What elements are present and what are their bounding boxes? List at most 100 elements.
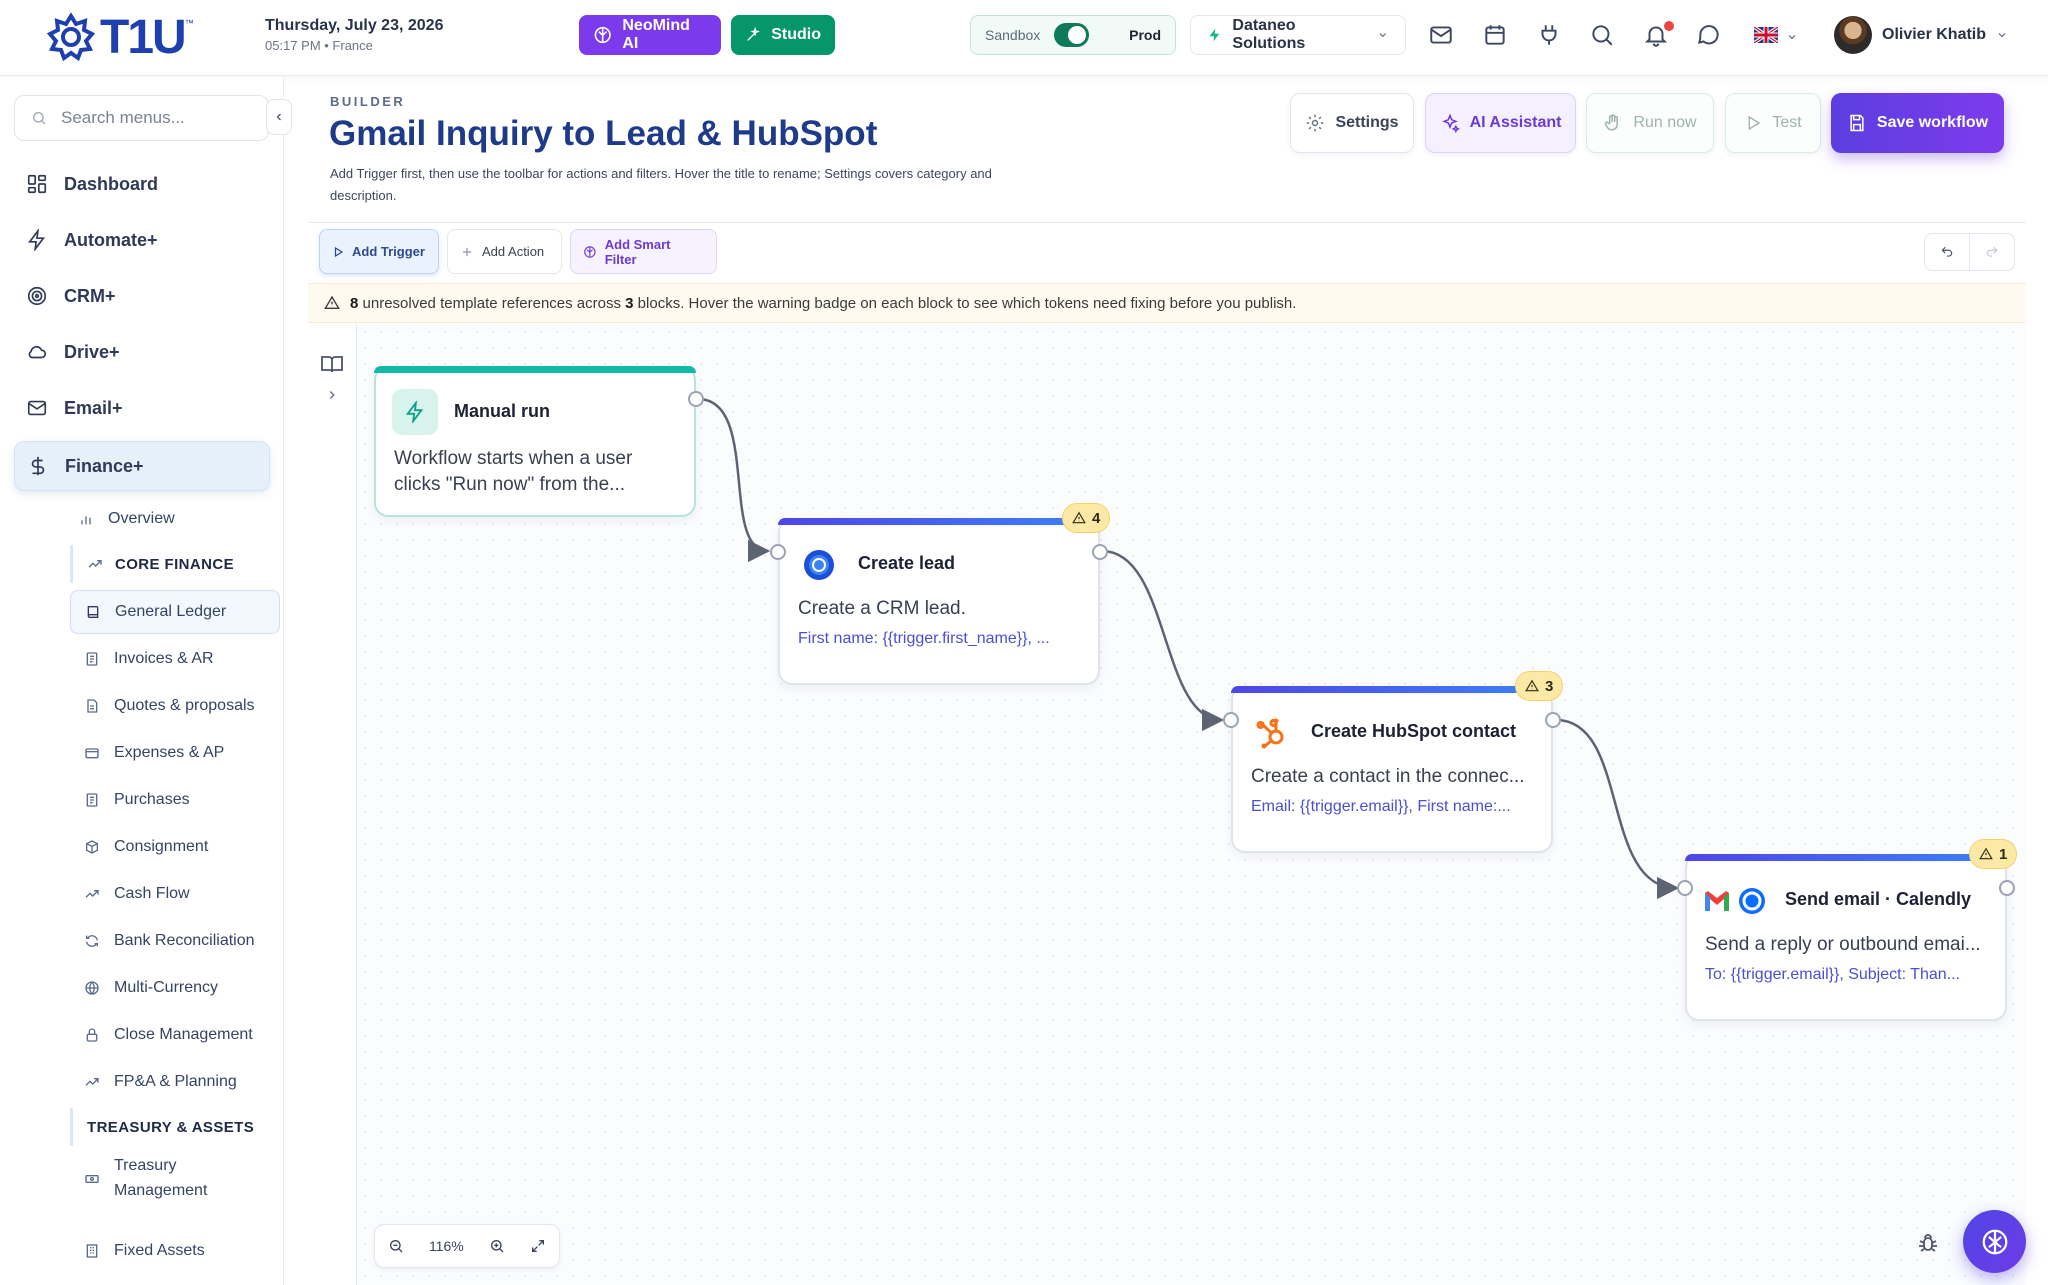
- dashboard-icon: [27, 174, 47, 194]
- zoom-out-icon[interactable]: [388, 1238, 404, 1254]
- sidebar-collapse-button[interactable]: [266, 99, 292, 135]
- chevron-left-icon: [276, 113, 281, 121]
- user-menu[interactable]: Olivier Khatib: [1834, 16, 2008, 54]
- sidebar-item-finance[interactable]: Finance+: [14, 441, 270, 491]
- environment-switch[interactable]: Sandbox Prod: [970, 15, 1176, 55]
- finance-close-management[interactable]: Close Management: [84, 1015, 253, 1055]
- brain-icon: [1982, 1229, 2007, 1254]
- finance-treasury-management[interactable]: Treasury Management: [84, 1153, 207, 1205]
- finance-invoices[interactable]: Invoices & AR: [84, 639, 214, 679]
- finance-purchases[interactable]: Purchases: [84, 780, 190, 820]
- node-manual-run[interactable]: Manual run Workflow starts when a user c…: [374, 366, 704, 517]
- input-port[interactable]: [1677, 880, 1693, 896]
- package-icon: [86, 840, 98, 854]
- finance-overview-label: Overview: [108, 510, 175, 527]
- warning-badge[interactable]: 1: [1969, 839, 2018, 869]
- menu-search[interactable]: Search menus...: [14, 95, 269, 141]
- run-now-button[interactable]: Run now: [1586, 93, 1714, 153]
- warning-badge[interactable]: 4: [1062, 503, 1111, 533]
- trend-up-icon: [85, 1078, 99, 1086]
- chevron-right-icon[interactable]: [325, 388, 339, 402]
- add-trigger-button[interactable]: Add Trigger: [319, 229, 439, 274]
- node-create-hubspot-contact[interactable]: Create HubSpot contact Create a contact …: [1223, 671, 1564, 853]
- uk-flag-icon[interactable]: [1754, 27, 1778, 43]
- finance-fixed-assets[interactable]: Fixed Assets: [84, 1231, 205, 1271]
- settings-button[interactable]: Settings: [1290, 93, 1414, 153]
- banknote-icon: [85, 1175, 99, 1183]
- debug-button[interactable]: [1910, 1225, 1946, 1261]
- credit-card-icon: [85, 748, 99, 759]
- test-button[interactable]: Test: [1725, 93, 1821, 153]
- finance-fpa-planning-label: FP&A & Planning: [114, 1073, 237, 1090]
- section-treasury-assets[interactable]: TREASURY & ASSETS: [70, 1108, 254, 1146]
- warning-count: 1: [1999, 845, 2008, 863]
- sidebar-item-automate[interactable]: Automate+: [14, 215, 270, 265]
- output-port[interactable]: [1999, 880, 2015, 896]
- warning-count: 4: [1092, 509, 1101, 527]
- node-send-email[interactable]: Send email · Calendly Send a reply or ou…: [1677, 839, 2018, 1021]
- env-toggle[interactable]: [1054, 23, 1090, 47]
- sidebar-item-crm[interactable]: CRM+: [14, 271, 270, 321]
- neomind-ai-button[interactable]: NeoMind AI: [579, 15, 721, 55]
- warning-badge[interactable]: 3: [1515, 671, 1564, 701]
- sidebar-item-email[interactable]: Email+: [14, 383, 270, 433]
- node-create-lead[interactable]: Create lead Create a CRM lead. First nam…: [770, 503, 1111, 685]
- finance-overview[interactable]: Overview: [78, 499, 175, 539]
- finance-general-ledger[interactable]: General Ledger: [70, 590, 280, 634]
- company-selector[interactable]: Dataneo Solutions: [1190, 15, 1406, 55]
- undo-button[interactable]: [1925, 234, 1969, 270]
- language-chevron-icon[interactable]: [1786, 31, 1798, 43]
- finance-multi-currency[interactable]: Multi-Currency: [84, 968, 218, 1008]
- input-port[interactable]: [770, 544, 786, 560]
- sidebar-item-drive[interactable]: Drive+: [14, 327, 270, 377]
- search-icon[interactable]: [1589, 22, 1615, 48]
- page-title[interactable]: Gmail Inquiry to Lead & HubSpot: [329, 114, 877, 154]
- studio-button[interactable]: Studio: [731, 15, 835, 55]
- zoom-in-icon[interactable]: [489, 1238, 505, 1254]
- save-workflow-button[interactable]: Save workflow: [1831, 93, 2004, 153]
- gear-icon: [1307, 114, 1324, 132]
- bolt-icon: [1209, 28, 1220, 42]
- output-port[interactable]: [1545, 712, 1561, 728]
- add-smart-filter-button[interactable]: Add Smart Filter: [570, 229, 717, 274]
- canvas-side-panel: [308, 324, 357, 1285]
- mail-icon[interactable]: [1428, 22, 1454, 48]
- studio-label: Studio: [771, 26, 821, 43]
- redo-button[interactable]: [1969, 234, 2014, 270]
- add-trigger-label: Add Trigger: [352, 244, 425, 259]
- sidebar-item-dashboard[interactable]: Dashboard: [14, 159, 270, 209]
- finance-fpa-planning[interactable]: FP&A & Planning: [84, 1062, 237, 1102]
- chat-bubble-icon[interactable]: [1696, 22, 1722, 48]
- neomind-assistant-fab[interactable]: [1963, 1210, 2026, 1273]
- unresolved-references-warning: 8 unresolved template references across …: [308, 283, 2026, 323]
- section-core-finance[interactable]: CORE FINANCE: [70, 545, 234, 583]
- finance-cash-flow[interactable]: Cash Flow: [84, 874, 190, 914]
- finance-bank-reconciliation[interactable]: Bank Reconciliation: [84, 921, 255, 961]
- ai-assistant-button[interactable]: AI Assistant: [1425, 93, 1576, 153]
- finance-quotes[interactable]: Quotes & proposals: [84, 686, 255, 726]
- sparkle-icon: [1441, 113, 1460, 133]
- finance-treasury-management-label: Treasury Management: [114, 1153, 207, 1203]
- zoom-controls: 116%: [374, 1224, 560, 1268]
- brain-icon: [594, 26, 611, 44]
- plug-icon[interactable]: [1536, 22, 1562, 48]
- finance-expenses[interactable]: Expenses & AP: [84, 733, 224, 773]
- input-port[interactable]: [1223, 712, 1239, 728]
- output-port[interactable]: [1092, 544, 1108, 560]
- finance-bank-reconciliation-label: Bank Reconciliation: [114, 932, 255, 949]
- warning-count: 3: [1545, 677, 1554, 695]
- add-action-button[interactable]: Add Action: [447, 229, 562, 274]
- brand-logo[interactable]: T1U ™: [46, 11, 194, 64]
- finance-close-management-label: Close Management: [114, 1026, 253, 1043]
- menu-search-input[interactable]: Search menus...: [61, 108, 185, 128]
- finance-consignment[interactable]: Consignment: [84, 827, 208, 867]
- lock-icon: [86, 1028, 98, 1042]
- calendar-icon[interactable]: [1482, 22, 1508, 48]
- expand-icon[interactable]: [530, 1238, 546, 1254]
- book-open-icon[interactable]: [320, 352, 344, 376]
- chevron-down-icon: [1998, 33, 2006, 38]
- output-port[interactable]: [688, 391, 704, 407]
- node-icon: [1249, 710, 1295, 756]
- crm-logo-icon: [804, 550, 834, 580]
- sidebar-item-label: CRM+: [64, 285, 116, 306]
